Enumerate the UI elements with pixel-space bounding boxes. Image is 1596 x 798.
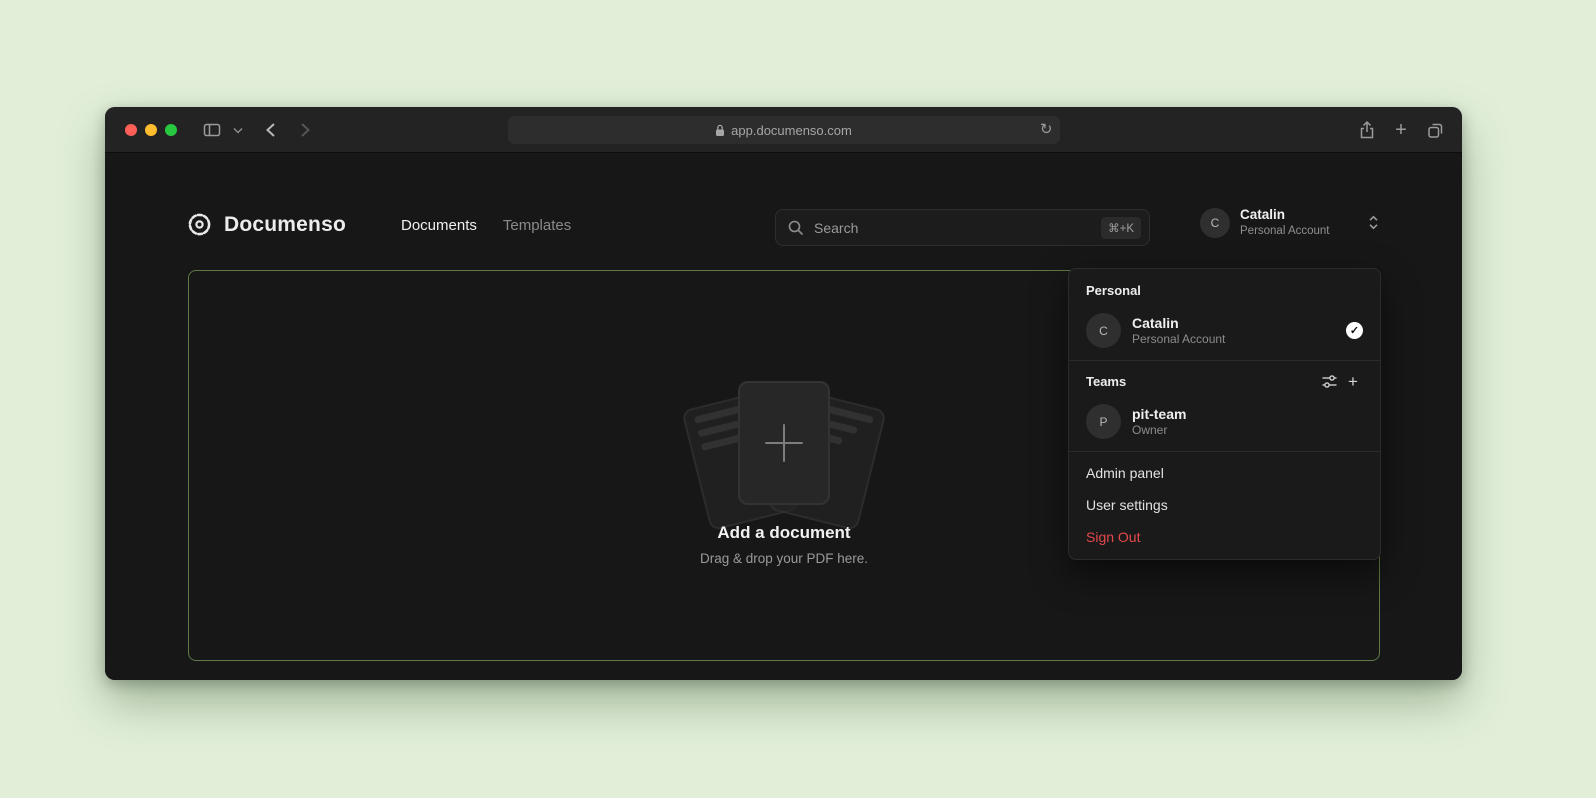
toolbar-chevron-button[interactable]	[229, 115, 247, 145]
share-button[interactable]	[1352, 115, 1382, 145]
menu-section-teams: Teams +	[1075, 366, 1374, 397]
back-button[interactable]	[255, 115, 285, 145]
manage-teams-button[interactable]	[1317, 370, 1341, 394]
account-dropdown-menu: Personal C Catalin Personal Account ✓ Te…	[1068, 268, 1381, 560]
plus-icon	[765, 424, 803, 462]
menu-item-personal-account[interactable]: C Catalin Personal Account ✓	[1075, 306, 1374, 355]
browser-window: app.documenso.com ↻ +	[105, 107, 1462, 680]
menu-item-team[interactable]: P pit-team Owner	[1075, 397, 1374, 446]
search-shortcut-badge: ⌘+K	[1101, 217, 1141, 239]
url-text: app.documenso.com	[731, 123, 852, 138]
sidebar-icon	[202, 120, 222, 140]
share-icon	[1358, 120, 1376, 140]
menu-item-user-settings[interactable]: User settings	[1075, 489, 1374, 521]
menu-section-personal: Personal	[1075, 275, 1374, 306]
nav-templates[interactable]: Templates	[503, 217, 571, 234]
brand-name: Documenso	[224, 213, 346, 237]
sidebar-toggle-button[interactable]	[197, 115, 227, 145]
personal-avatar: C	[1086, 313, 1121, 348]
personal-name: Catalin	[1132, 314, 1335, 332]
personal-subtitle: Personal Account	[1132, 332, 1335, 348]
chevron-left-icon	[265, 122, 276, 138]
chevron-right-icon	[300, 122, 311, 138]
search-bar: ⌘+K	[775, 209, 1150, 246]
team-avatar: P	[1086, 404, 1121, 439]
menu-divider	[1069, 451, 1380, 452]
close-window-button[interactable]	[125, 124, 137, 136]
team-subtitle: Owner	[1132, 423, 1363, 439]
minimize-window-button[interactable]	[145, 124, 157, 136]
desktop-background: app.documenso.com ↻ +	[0, 0, 1596, 798]
app-content: Documenso Documents Templates ⌘+K C Cata…	[105, 153, 1462, 680]
add-team-button[interactable]: +	[1341, 370, 1365, 394]
nav-documents[interactable]: Documents	[401, 217, 477, 234]
window-controls	[125, 124, 177, 136]
account-name: Catalin	[1240, 207, 1358, 224]
document-stack-illustration	[674, 367, 894, 527]
new-tab-button[interactable]: +	[1386, 115, 1416, 145]
lock-icon	[715, 124, 725, 137]
account-subtitle: Personal Account	[1240, 224, 1358, 238]
main-nav: Documents Templates	[401, 217, 571, 234]
tab-overview-button[interactable]	[1420, 115, 1450, 145]
address-bar[interactable]: app.documenso.com ↻	[508, 116, 1060, 144]
menu-item-sign-out[interactable]: Sign Out	[1075, 521, 1374, 553]
documenso-logo-icon	[186, 211, 213, 238]
teams-label: Teams	[1075, 366, 1317, 397]
selected-check-icon: ✓	[1346, 322, 1363, 339]
account-avatar: C	[1200, 208, 1230, 238]
chevron-down-icon	[233, 127, 243, 134]
menu-item-admin-panel[interactable]: Admin panel	[1075, 457, 1374, 489]
zoom-window-button[interactable]	[165, 124, 177, 136]
tabs-icon	[1426, 121, 1445, 140]
chevron-up-down-icon	[1368, 214, 1379, 231]
account-menu-trigger[interactable]: C Catalin Personal Account	[1200, 207, 1379, 238]
forward-button[interactable]	[290, 115, 320, 145]
team-name: pit-team	[1132, 405, 1363, 423]
document-card-center	[738, 381, 830, 505]
search-input[interactable]	[776, 210, 1149, 245]
reload-button[interactable]: ↻	[1040, 120, 1053, 140]
menu-divider	[1069, 360, 1380, 361]
sliders-icon	[1321, 373, 1338, 390]
brand[interactable]: Documenso	[186, 211, 346, 238]
browser-toolbar: app.documenso.com ↻ +	[105, 107, 1462, 153]
